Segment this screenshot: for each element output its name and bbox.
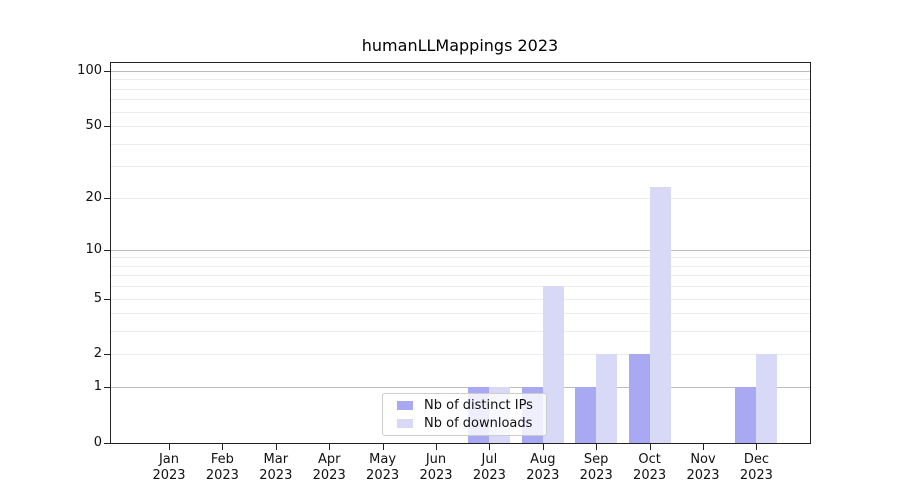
x-tick xyxy=(383,444,384,450)
x-tick-month: Apr xyxy=(299,452,359,468)
x-tick-month: Sep xyxy=(566,452,626,468)
gridline-minor xyxy=(111,257,810,258)
y-tick-label: 50 xyxy=(30,117,102,135)
bar-nb-of-distinct-ips-sep xyxy=(575,387,596,443)
bar-nb-of-downloads-sep xyxy=(596,354,617,443)
x-tick xyxy=(169,444,170,450)
legend-label-distinct-ips: Nb of distinct IPs xyxy=(424,398,533,413)
legend-label-downloads: Nb of downloads xyxy=(424,416,532,431)
y-tick-label: 10 xyxy=(30,241,102,259)
x-tick-label: Aug2023 xyxy=(513,452,573,484)
x-tick-month: Feb xyxy=(192,452,252,468)
legend-swatch-distinct-ips xyxy=(397,401,413,410)
gridline-minor xyxy=(111,144,810,145)
x-tick-label: Jul2023 xyxy=(459,452,519,484)
x-tick-month: Jun xyxy=(406,452,466,468)
gridline-minor xyxy=(111,286,810,287)
y-tick xyxy=(104,198,110,199)
x-tick xyxy=(596,444,597,450)
y-tick xyxy=(104,126,110,127)
figure: humanLLMappings 2023 Nb of distinct IPs … xyxy=(0,0,900,500)
y-tick xyxy=(104,299,110,300)
y-tick-label: 1 xyxy=(30,378,102,396)
x-tick-year: 2023 xyxy=(513,468,573,484)
x-tick-year: 2023 xyxy=(726,468,786,484)
gridline-minor xyxy=(111,331,810,332)
y-tick xyxy=(104,250,110,251)
gridline-minor xyxy=(111,198,810,199)
gridline-major xyxy=(111,71,810,72)
x-tick-year: 2023 xyxy=(299,468,359,484)
x-tick xyxy=(276,444,277,450)
x-tick-month: Nov xyxy=(673,452,733,468)
x-tick-year: 2023 xyxy=(459,468,519,484)
x-tick-month: Jul xyxy=(459,452,519,468)
y-tick xyxy=(104,387,110,388)
x-tick-label: Mar2023 xyxy=(246,452,306,484)
bar-nb-of-downloads-dec xyxy=(756,354,777,443)
x-tick-month: Dec xyxy=(726,452,786,468)
x-tick-label: Oct2023 xyxy=(620,452,680,484)
chart-title: humanLLMappings 2023 xyxy=(110,36,810,55)
gridline-minor xyxy=(111,313,810,314)
gridline-minor xyxy=(111,266,810,267)
gridline-major xyxy=(111,387,810,388)
y-tick-label: 2 xyxy=(30,345,102,363)
gridline-minor xyxy=(111,354,810,355)
x-tick-year: 2023 xyxy=(406,468,466,484)
x-tick-label: Jun2023 xyxy=(406,452,466,484)
y-tick xyxy=(104,443,110,444)
gridline-minor xyxy=(111,112,810,113)
x-tick xyxy=(543,444,544,450)
legend: Nb of distinct IPs Nb of downloads xyxy=(382,393,547,436)
gridline-minor xyxy=(111,166,810,167)
x-tick-label: Jan2023 xyxy=(139,452,199,484)
x-tick-month: May xyxy=(353,452,413,468)
gridline-minor xyxy=(111,299,810,300)
x-tick xyxy=(650,444,651,450)
gridline-major xyxy=(111,250,810,251)
x-tick-year: 2023 xyxy=(673,468,733,484)
x-tick-month: Aug xyxy=(513,452,573,468)
y-tick xyxy=(104,354,110,355)
x-tick-label: Apr2023 xyxy=(299,452,359,484)
x-tick-year: 2023 xyxy=(246,468,306,484)
y-tick-label: 5 xyxy=(30,290,102,308)
plot-area xyxy=(110,62,811,444)
x-tick-month: Oct xyxy=(620,452,680,468)
x-tick-year: 2023 xyxy=(139,468,199,484)
gridline-minor xyxy=(111,79,810,80)
bar-nb-of-distinct-ips-oct xyxy=(629,354,650,443)
y-tick-label: 100 xyxy=(30,62,102,80)
x-tick xyxy=(329,444,330,450)
x-tick-label: Sep2023 xyxy=(566,452,626,484)
y-tick-label: 0 xyxy=(30,434,102,452)
x-tick-label: Dec2023 xyxy=(726,452,786,484)
legend-swatch-downloads xyxy=(397,419,413,428)
x-tick-label: Nov2023 xyxy=(673,452,733,484)
gridline-minor xyxy=(111,89,810,90)
x-tick-year: 2023 xyxy=(192,468,252,484)
x-tick xyxy=(703,444,704,450)
legend-item-distinct-ips: Nb of distinct IPs xyxy=(397,398,538,413)
y-tick xyxy=(104,71,110,72)
x-tick-year: 2023 xyxy=(566,468,626,484)
legend-item-downloads: Nb of downloads xyxy=(397,416,538,431)
bar-nb-of-downloads-oct xyxy=(650,187,671,443)
x-tick-month: Mar xyxy=(246,452,306,468)
x-tick xyxy=(222,444,223,450)
x-tick-year: 2023 xyxy=(620,468,680,484)
gridline-minor xyxy=(111,99,810,100)
x-tick xyxy=(756,444,757,450)
x-tick-year: 2023 xyxy=(353,468,413,484)
gridline-minor xyxy=(111,126,810,127)
x-tick-label: May2023 xyxy=(353,452,413,484)
y-tick-label: 20 xyxy=(30,189,102,207)
x-tick xyxy=(489,444,490,450)
x-tick-month: Jan xyxy=(139,452,199,468)
gridline-minor xyxy=(111,275,810,276)
x-tick-label: Feb2023 xyxy=(192,452,252,484)
x-tick xyxy=(436,444,437,450)
bar-nb-of-distinct-ips-dec xyxy=(735,387,756,443)
